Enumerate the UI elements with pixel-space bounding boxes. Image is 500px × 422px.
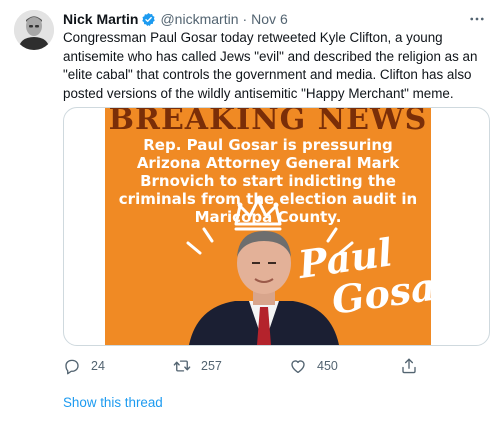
tweet-text: Congressman Paul Gosar today retweeted K… [63, 30, 478, 101]
tweet-actions: 24 257 450 [63, 357, 483, 377]
verified-badge-icon [141, 12, 156, 27]
author-name[interactable]: Nick Martin [63, 11, 138, 27]
media-headline: BREAKING NEWS [108, 108, 428, 137]
show-thread-link[interactable]: Show this thread [63, 395, 163, 410]
separator-dot: · [242, 11, 248, 27]
retweet-count: 257 [201, 359, 222, 373]
signature: Paul Gosar [296, 227, 431, 324]
reply-button[interactable]: 24 [63, 357, 105, 375]
media-image[interactable]: BREAKING NEWS Rep. Paul Gosar is pressur… [105, 108, 431, 345]
author-handle[interactable]: @nickmartin [160, 11, 238, 27]
share-icon [402, 358, 416, 374]
like-icon [291, 360, 305, 374]
tweet-timestamp[interactable]: Nov 6 [251, 11, 288, 27]
tweet[interactable]: Nick Martin @nickmartin · Nov 6 Congress… [0, 0, 500, 422]
avatar[interactable] [14, 10, 54, 50]
retweet-button[interactable]: 257 [173, 357, 222, 375]
like-count: 450 [317, 359, 338, 373]
more-icon[interactable] [468, 10, 486, 28]
tweet-header: Nick Martin @nickmartin · Nov 6 [63, 10, 288, 28]
reply-icon [65, 359, 79, 375]
reply-count: 24 [91, 359, 105, 373]
share-button[interactable] [400, 357, 428, 375]
tweet-media[interactable]: BREAKING NEWS Rep. Paul Gosar is pressur… [63, 107, 490, 346]
like-button[interactable]: 450 [289, 357, 338, 375]
retweet-icon [173, 360, 191, 372]
